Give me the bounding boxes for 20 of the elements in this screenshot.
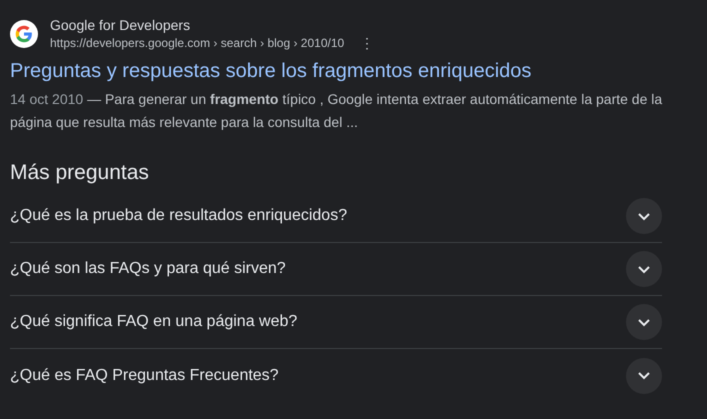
site-url[interactable]: https://developers.google.com › search › blog › 2010/10	[50, 34, 344, 52]
result-snippet: 14 oct 2010 — Para generar un fragmento típico , Google intenta extraer automáticamente la parte de la página que resulta más relevante para la consulta del ...	[10, 90, 664, 132]
more-options-button[interactable]: ⋮	[358, 34, 376, 52]
question-text[interactable]: ¿Qué significa FAQ en una página web?	[10, 310, 298, 334]
chevron-icon	[637, 371, 651, 380]
chevron-icon	[637, 318, 651, 326]
result-title-link[interactable]: Preguntas y respuestas sobre los fragmentos enriquecidos	[10, 58, 707, 84]
chevron-icon	[637, 264, 651, 274]
site-favicon[interactable]	[10, 20, 38, 48]
expand-button[interactable]	[626, 304, 662, 340]
site-name[interactable]: Google for Developers	[50, 16, 376, 34]
expand-button[interactable]	[626, 358, 662, 394]
google-logo-icon	[15, 25, 33, 43]
question-text[interactable]: ¿Qué son las FAQs y para qué sirven?	[10, 257, 286, 281]
question-text[interactable]: ¿Qué es FAQ Preguntas Frecuentes?	[10, 364, 279, 388]
question-text[interactable]: ¿Qué es la prueba de resultados enriquecidos?	[10, 204, 348, 228]
section-heading: Más preguntas	[10, 160, 150, 186]
expand-button[interactable]	[626, 198, 662, 234]
expand-button[interactable]	[626, 251, 662, 287]
chevron-icon	[637, 212, 651, 220]
